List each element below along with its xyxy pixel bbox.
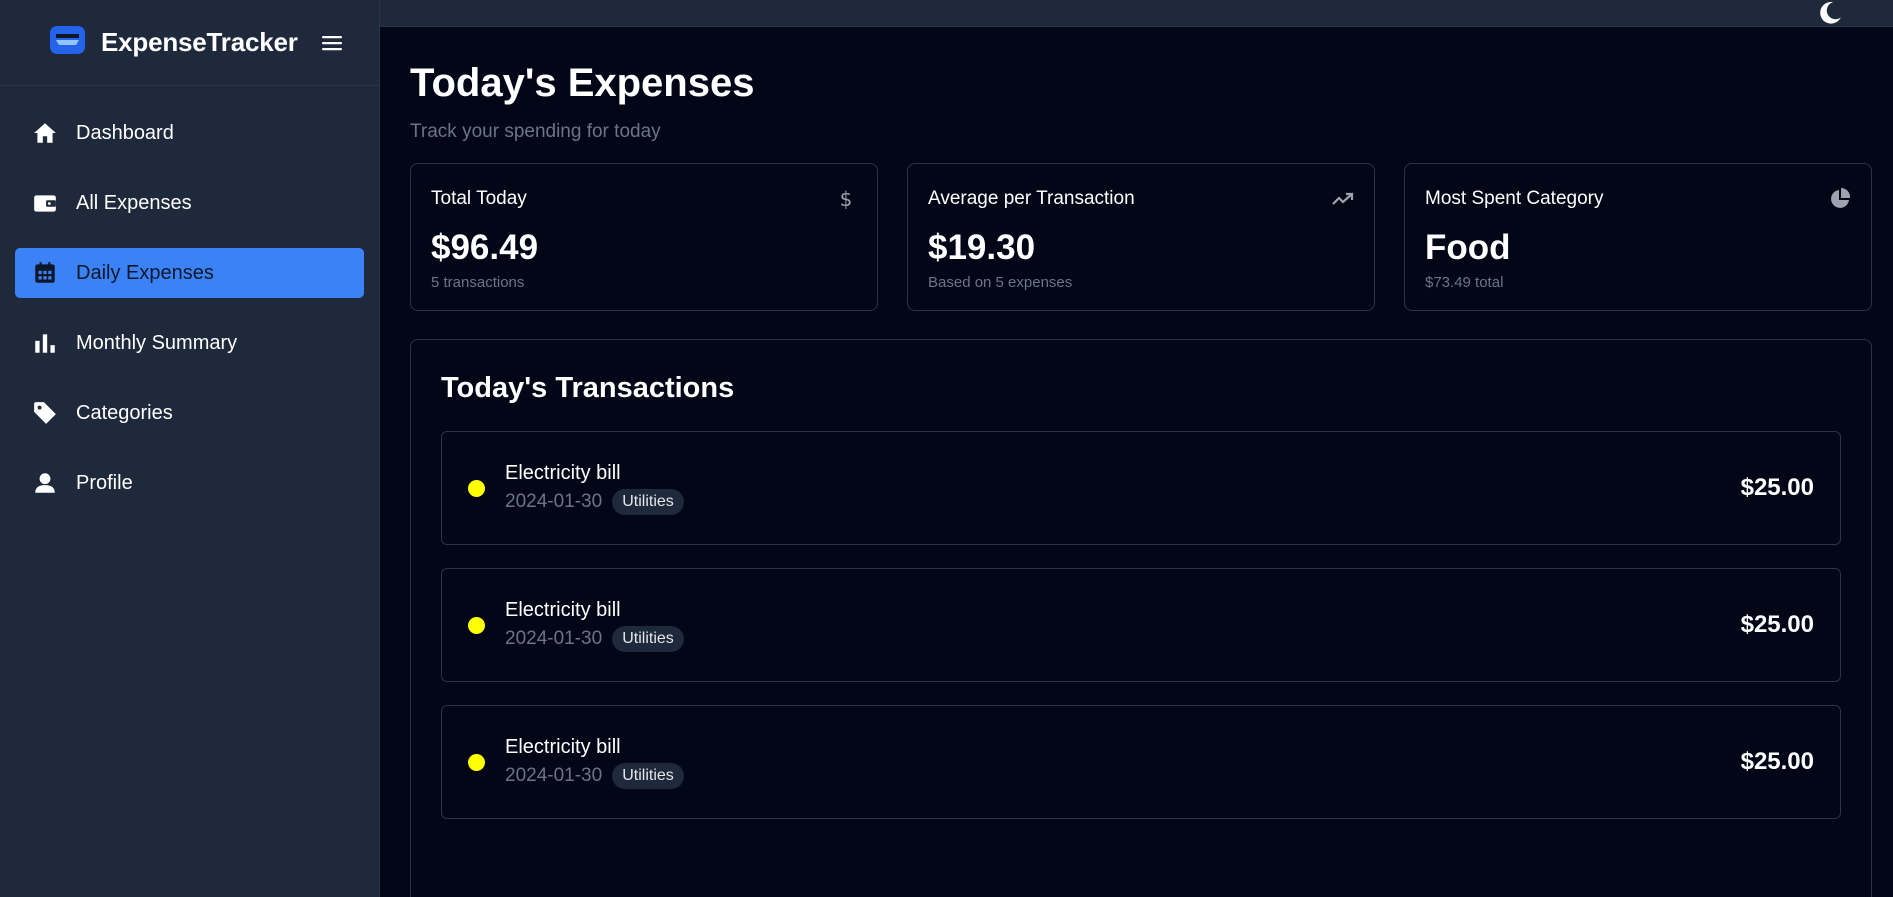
category-badge: Utilities [612, 762, 684, 789]
sidebar-item-profile[interactable]: Profile [15, 458, 364, 508]
stat-label: Total Today [431, 188, 527, 209]
topbar [380, 0, 1893, 27]
transactions-title: Today's Transactions [441, 372, 735, 404]
transaction-info: Electricity bill 2024-01-30 Utilities [505, 462, 1741, 515]
tag-icon [34, 402, 56, 424]
stat-value: Food [1425, 228, 1511, 267]
category-badge: Utilities [612, 625, 684, 652]
sidebar-item-label: Dashboard [76, 121, 174, 144]
home-icon [34, 123, 56, 143]
transaction-row[interactable]: Electricity bill 2024-01-30 Utilities $2… [441, 705, 1841, 819]
stats-row: Total Today $ $96.49 5 transactions Aver… [410, 163, 1873, 311]
wallet-icon [34, 195, 56, 212]
dollar-icon: $ [835, 187, 857, 211]
stat-sub: Based on 5 expenses [928, 274, 1073, 291]
transaction-amount: $25.00 [1740, 611, 1814, 638]
stat-sub: $73.49 total [1425, 274, 1504, 291]
bar-chart-icon [35, 334, 55, 353]
sidebar-item-label: Profile [76, 471, 133, 494]
category-color-dot [468, 479, 485, 497]
stat-value: $19.30 [928, 228, 1036, 267]
wallet-icon [49, 25, 101, 60]
transaction-description: Electricity bill [505, 735, 621, 758]
page-subtitle: Track your spending for today [410, 121, 661, 142]
sidebar-item-categories[interactable]: Categories [15, 388, 364, 438]
trending-up-icon [1332, 188, 1354, 210]
transaction-amount: $25.00 [1740, 474, 1814, 501]
stat-card-most-spent: Most Spent Category Food $73.49 total [1404, 163, 1872, 311]
transactions-panel: Today's Transactions Electricity bill 20… [410, 339, 1872, 897]
sidebar-item-daily-expenses[interactable]: Daily Expenses [15, 248, 364, 298]
transaction-meta: 2024-01-30 Utilities [505, 625, 1741, 652]
user-icon [35, 473, 55, 493]
transaction-date: 2024-01-30 [505, 764, 603, 786]
moon-icon[interactable] [1817, 0, 1843, 26]
sidebar-item-label: All Expenses [76, 191, 192, 214]
category-badge: Utilities [612, 488, 684, 515]
sidebar: ExpenseTracker Dashboard All Expenses Da… [0, 0, 380, 897]
transaction-meta: 2024-01-30 Utilities [505, 488, 1741, 515]
transaction-description: Electricity bill [505, 598, 621, 621]
stat-card-total-today: Total Today $ $96.49 5 transactions [410, 163, 878, 311]
sidebar-item-label: Monthly Summary [76, 331, 238, 354]
stat-label: Average per Transaction [928, 188, 1135, 209]
transaction-meta: 2024-01-30 Utilities [505, 762, 1741, 789]
transaction-info: Electricity bill 2024-01-30 Utilities [505, 736, 1741, 789]
stat-sub: 5 transactions [431, 274, 525, 291]
svg-text:$: $ [840, 188, 853, 210]
stat-card-average: Average per Transaction $19.30 Based on … [907, 163, 1375, 311]
calendar-icon [35, 262, 55, 283]
content: Today's Expenses Track your spending for… [380, 27, 1893, 897]
transactions-list: Electricity bill 2024-01-30 Utilities $2… [441, 431, 1841, 819]
transaction-date: 2024-01-30 [505, 490, 603, 512]
pie-chart-icon [1829, 187, 1851, 210]
sidebar-item-label: Categories [76, 401, 173, 424]
page-title: Today's Expenses [410, 61, 755, 105]
main-area: Today's Expenses Track your spending for… [380, 0, 1893, 897]
transaction-info: Electricity bill 2024-01-30 Utilities [505, 599, 1741, 652]
transaction-date: 2024-01-30 [505, 627, 603, 649]
category-color-dot [468, 753, 485, 771]
stat-label: Most Spent Category [1425, 188, 1604, 209]
transaction-row[interactable]: Electricity bill 2024-01-30 Utilities $2… [441, 431, 1841, 545]
transaction-amount: $25.00 [1740, 748, 1814, 775]
sidebar-item-dashboard[interactable]: Dashboard [15, 108, 364, 158]
stat-value: $96.49 [431, 228, 539, 267]
transaction-description: Electricity bill [505, 461, 621, 484]
category-color-dot [468, 616, 485, 634]
sidebar-item-all-expenses[interactable]: All Expenses [15, 178, 364, 228]
sidebar-item-monthly-summary[interactable]: Monthly Summary [15, 318, 364, 368]
sidebar-item-label: Daily Expenses [76, 261, 214, 284]
sidebar-nav: Dashboard All Expenses Daily Expenses Mo… [0, 86, 379, 516]
brand-name: ExpenseTracker [101, 27, 298, 57]
app-root: ExpenseTracker Dashboard All Expenses Da… [0, 0, 1893, 897]
transaction-row[interactable]: Electricity bill 2024-01-30 Utilities $2… [441, 568, 1841, 682]
hamburger-icon[interactable] [320, 31, 344, 55]
brand-header: ExpenseTracker [0, 0, 379, 86]
